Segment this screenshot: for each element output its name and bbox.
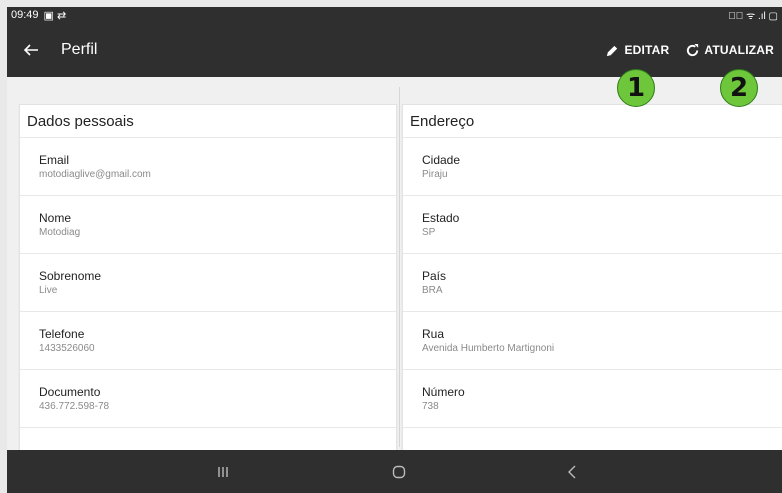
address-heading: Endereço bbox=[403, 105, 782, 138]
list-item: Número 738 bbox=[403, 370, 782, 428]
field-value: Live bbox=[39, 285, 58, 296]
edit-button[interactable]: EDITAR bbox=[597, 30, 677, 70]
field-value: Avenida Humberto Martignoni bbox=[422, 343, 555, 354]
field-value: Motodiag bbox=[39, 227, 81, 238]
field-label: Rua bbox=[422, 327, 445, 341]
home-icon[interactable] bbox=[379, 457, 419, 487]
edit-button-label: EDITAR bbox=[624, 43, 670, 57]
pencil-icon bbox=[607, 45, 618, 56]
list-item: Documento 436.772.598-78 bbox=[20, 370, 396, 428]
field-label: Estado bbox=[422, 211, 460, 225]
column-divider bbox=[399, 87, 400, 447]
list-item: Nome Motodiag bbox=[20, 196, 396, 254]
field-value: 436.772.598-78 bbox=[39, 401, 110, 412]
list-item: Cidade Piraju bbox=[403, 138, 782, 196]
field-value: Piraju bbox=[422, 169, 448, 180]
back-nav-icon[interactable] bbox=[552, 457, 592, 487]
refresh-button[interactable]: ATUALIZAR bbox=[677, 30, 782, 70]
status-right-icons: ✕⃝ ᯤ .ıl ▢ bbox=[728, 11, 778, 22]
field-label: País bbox=[422, 269, 447, 283]
system-nav-bar bbox=[7, 450, 782, 493]
personal-data-heading: Dados pessoais bbox=[20, 105, 396, 138]
list-item: Sobrenome Live bbox=[20, 254, 396, 312]
personal-data-card: Dados pessoais Email motodiaglive@gmail.c… bbox=[19, 104, 397, 452]
back-arrow-icon[interactable] bbox=[11, 30, 51, 70]
status-left-icons: ▣ ⇄ bbox=[43, 9, 67, 22]
field-value: SP bbox=[422, 227, 436, 238]
callout-badge-2: 2 bbox=[720, 69, 758, 107]
field-label: Email bbox=[39, 153, 70, 167]
field-label: Cidade bbox=[422, 153, 461, 167]
field-value: 738 bbox=[422, 401, 439, 412]
refresh-button-label: ATUALIZAR bbox=[704, 43, 774, 57]
field-value: motodiaglive@gmail.com bbox=[39, 169, 151, 180]
status-time: 09:49 bbox=[11, 9, 39, 21]
list-item: País BRA bbox=[403, 254, 782, 312]
page-title: Perfil bbox=[61, 41, 98, 58]
field-label: Documento bbox=[39, 385, 101, 399]
field-label: Número bbox=[422, 385, 465, 399]
list-item: Rua Avenida Humberto Martignoni bbox=[403, 312, 782, 370]
status-bar: 09:49 ▣ ⇄ ✕⃝ ᯤ .ıl ▢ bbox=[7, 7, 782, 23]
recents-icon[interactable] bbox=[203, 457, 243, 487]
list-item: Telefone 1433526060 bbox=[20, 312, 396, 370]
callout-badge-1: 1 bbox=[617, 69, 655, 107]
list-item: Email motodiaglive@gmail.com bbox=[20, 138, 396, 196]
field-label: Nome bbox=[39, 211, 72, 225]
field-label: Telefone bbox=[39, 327, 85, 341]
app-frame: 09:49 ▣ ⇄ ✕⃝ ᯤ .ıl ▢ Perfil EDITAR ATUAL… bbox=[7, 7, 782, 493]
profile-content: Dados pessoais Email motodiaglive@gmail.c… bbox=[7, 77, 782, 452]
field-value: 1433526060 bbox=[39, 343, 95, 354]
refresh-icon bbox=[687, 43, 699, 56]
app-bar: Perfil EDITAR ATUALIZAR bbox=[7, 23, 782, 77]
field-value: BRA bbox=[422, 285, 443, 296]
list-item: Estado SP bbox=[403, 196, 782, 254]
address-card: Endereço Cidade Piraju Estado SP País BRA R… bbox=[402, 104, 782, 452]
field-label: Sobrenome bbox=[39, 269, 102, 283]
